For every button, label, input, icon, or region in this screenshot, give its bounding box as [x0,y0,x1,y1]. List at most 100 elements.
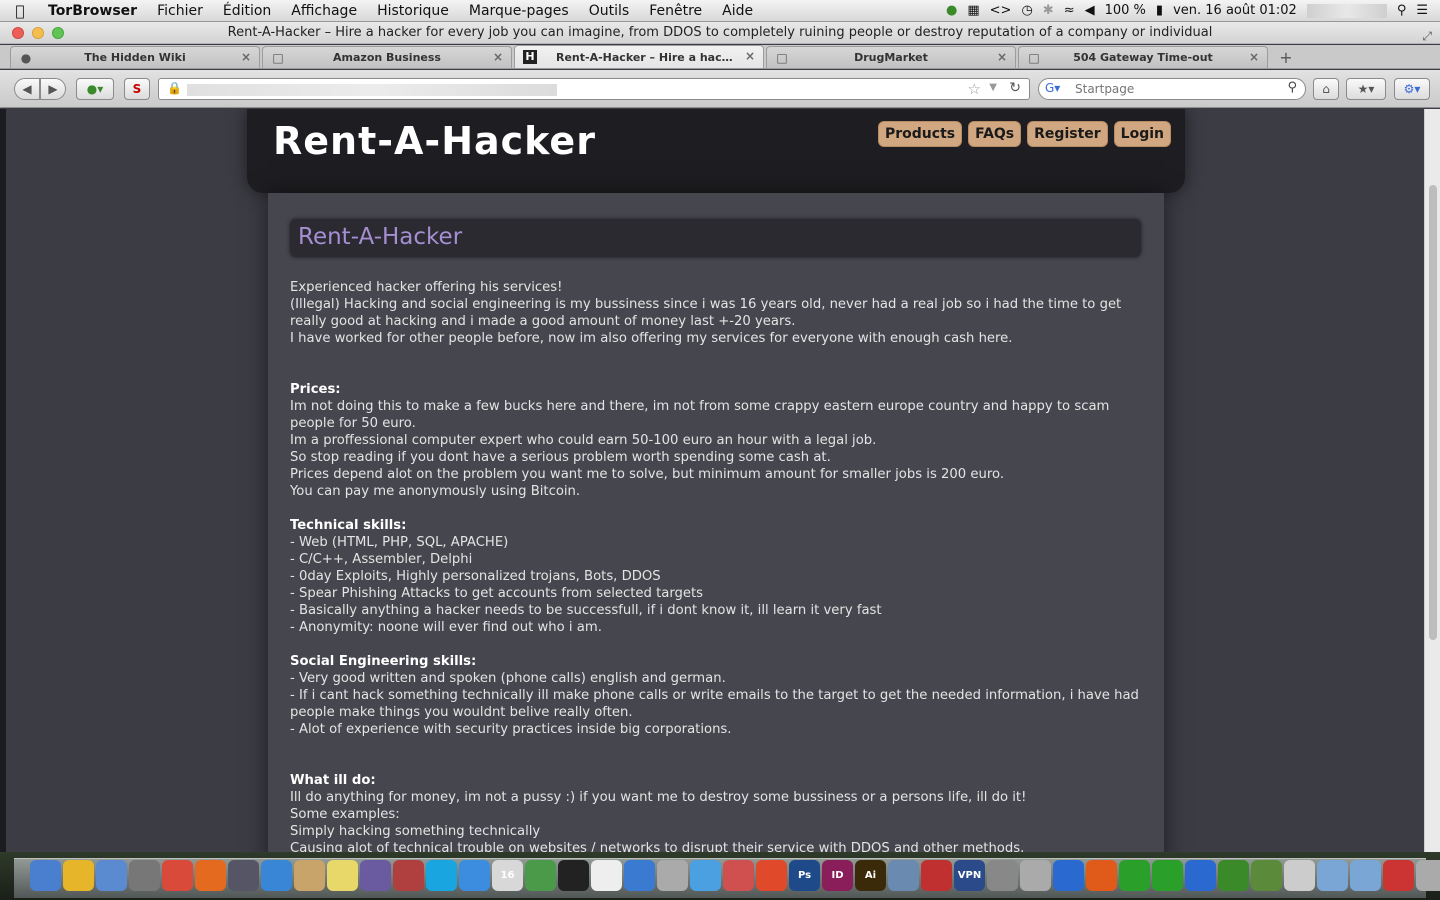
back-button[interactable]: ◀ [14,78,40,100]
menu-aide[interactable]: Aide [712,3,763,19]
menu-historique[interactable]: Historique [367,3,459,19]
url-dropdown-icon[interactable]: ▼ [989,82,997,93]
close-icon[interactable]: × [997,50,1007,64]
fullscreen-icon[interactable]: ⤢ [1422,25,1432,47]
nav-login-button[interactable]: Login [1113,121,1171,147]
flag-icon[interactable] [921,860,952,891]
photoshop-icon[interactable]: Ps [789,860,820,891]
preview-icon[interactable] [96,860,127,891]
home-icon[interactable]: ⌂ [1313,78,1339,100]
globe-icon[interactable] [1251,860,1282,891]
firefox-icon[interactable] [195,860,226,891]
apple-menu-icon[interactable]:  [0,2,40,20]
tab-drugmarket[interactable]: □ DrugMarket × [766,46,1016,68]
menu-fichier[interactable]: Fichier [147,3,213,19]
nav-register-button[interactable]: Register [1027,121,1108,147]
contacts-icon[interactable] [294,860,325,891]
system-monitor-icon[interactable] [228,860,259,891]
pen-icon[interactable] [1284,860,1315,891]
utorrent-icon[interactable] [1152,860,1183,891]
close-icon[interactable]: × [745,49,755,63]
p-icon[interactable] [1086,860,1117,891]
skype-icon[interactable] [426,860,457,891]
search-input[interactable] [1073,81,1273,97]
stickies-icon[interactable] [327,860,358,891]
spotlight-icon[interactable]: ⚲ [1397,3,1407,18]
launchpad-icon[interactable] [129,860,160,891]
url-bar[interactable]: 🔒 ☆ ▼ ↻ [158,78,1030,100]
search-icon[interactable]: ⚲ [1287,80,1297,95]
menu-app-name[interactable]: TorBrowser [40,3,147,19]
wifi-icon[interactable]: ≈ [1064,3,1075,18]
x-icon[interactable] [1119,860,1150,891]
menu-affichage[interactable]: Affichage [281,3,367,19]
forward-button[interactable]: ▶ [40,78,66,100]
code-icon[interactable]: <> [990,3,1012,18]
bluetooth-icon[interactable]: ✱ [1043,3,1054,18]
close-icon[interactable]: × [493,50,503,64]
notification-center-icon[interactable]: ☰ [1416,3,1428,18]
chrome-icon[interactable] [162,860,193,891]
nav-products-button[interactable]: Products [878,121,963,147]
word-icon[interactable] [1053,860,1084,891]
adium-icon[interactable] [63,860,94,891]
tab-504-gateway[interactable]: □ 504 Gateway Time-out × [1018,46,1268,68]
noscript-icon[interactable]: S [124,78,150,100]
tab-rent-a-hacker[interactable]: H Rent-A-Hacker – Hire a hacker ... × [514,45,764,68]
bird-icon[interactable] [1185,860,1216,891]
close-window-button[interactable] [12,27,24,39]
tools-icon[interactable] [987,860,1018,891]
folder-icon[interactable] [1350,860,1381,891]
monitor-icon[interactable] [888,860,919,891]
torbutton-icon[interactable]: ●▾ [76,78,114,100]
battery-icon[interactable]: ▮ [1156,3,1163,18]
trash-icon[interactable] [1416,860,1440,891]
close-icon[interactable]: × [1249,50,1259,64]
burst-icon[interactable] [756,860,787,891]
tab-hidden-wiki[interactable]: ● The Hidden Wiki × [10,46,260,68]
tor-onion-icon[interactable] [1218,860,1249,891]
search-field[interactable]: G▾ ⚲ [1038,78,1306,100]
nav-faqs-button[interactable]: FAQs [968,121,1022,147]
search-engine-icon[interactable]: G▾ [1045,81,1060,95]
menu-marque-pages[interactable]: Marque-pages [459,3,579,19]
bookmarks-menu-icon[interactable]: ★▾ [1346,78,1386,100]
clock[interactable]: ven. 16 août 01:02 [1173,3,1297,18]
indesign-icon[interactable]: ID [822,860,853,891]
mail-icon[interactable] [657,860,688,891]
p-app-icon[interactable] [558,860,589,891]
tor-onion-icon[interactable]: ● [946,3,957,18]
vpn-icon[interactable]: VPN [954,860,985,891]
minimize-window-button[interactable] [32,27,44,39]
reload-icon[interactable]: ↻ [1009,80,1021,96]
finder-icon[interactable] [30,860,61,891]
illustrator-icon[interactable]: Ai [855,860,886,891]
scrollbar-thumb[interactable] [1429,185,1437,640]
keyboard-icon[interactable]: ▦ [967,3,979,18]
zoom-window-button[interactable] [52,27,64,39]
itunes-icon[interactable] [690,860,721,891]
page-scrollbar[interactable] [1424,109,1440,852]
tab-amazon-business[interactable]: □ Amazon Business × [262,46,512,68]
grapher-icon[interactable] [525,860,556,891]
battery-percent[interactable]: 100 % [1105,3,1146,18]
volume-icon[interactable]: ◀ [1085,3,1095,18]
site-logo[interactable]: Rent-A-Hacker [273,119,596,163]
close-icon[interactable]: × [241,50,251,64]
menu-outils[interactable]: Outils [579,3,639,19]
dropbox-icon[interactable] [459,860,490,891]
flag-icon[interactable] [1383,860,1414,891]
app-store-icon[interactable] [261,860,292,891]
addon-icon[interactable]: ⚙▾ [1394,78,1430,100]
menu-fenetre[interactable]: Fenêtre [639,3,712,19]
menu-edition[interactable]: Édition [213,3,281,19]
network-icon[interactable] [624,860,655,891]
textedit-icon[interactable] [591,860,622,891]
feather-icon[interactable] [360,860,391,891]
people-icon[interactable] [1020,860,1051,891]
calendar-icon[interactable]: 16 [492,860,523,891]
bookmark-star-icon[interactable]: ☆ [968,80,981,98]
photo-icon[interactable] [393,860,424,891]
folder-icon[interactable] [1317,860,1348,891]
new-tab-button[interactable]: + [1274,48,1298,68]
